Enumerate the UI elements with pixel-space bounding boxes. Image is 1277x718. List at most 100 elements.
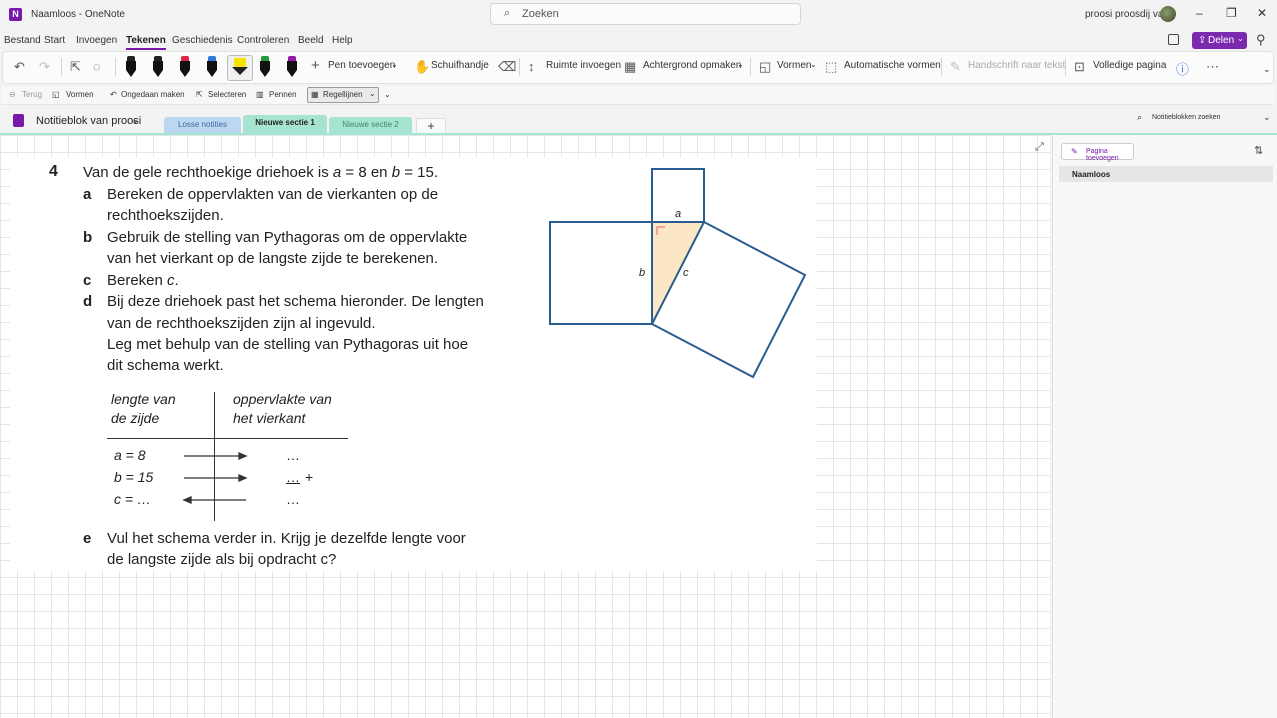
regellijnen-button[interactable]: ▦ Regellijnen ⌄ — [307, 87, 379, 103]
part-a-line1: Bereken de oppervlakten van de vierkante… — [107, 186, 439, 203]
select-arrow-icon[interactable]: ⇱ — [70, 59, 81, 75]
tab-losse-notities[interactable]: Losse notities — [164, 117, 241, 134]
onenote-logo-icon: N — [9, 8, 22, 21]
pages-panel: ✎ Pagina toevoegen ⇅ Naamloos — [1052, 135, 1277, 718]
schuifhandje-button[interactable]: Schuifhandje — [431, 60, 489, 71]
part-b-line1: Gebruik de stelling van Pythagoras om de… — [107, 229, 468, 246]
auto-shapes-icon: ⬚ — [825, 59, 838, 74]
menu-tekenen[interactable]: Tekenen — [126, 35, 166, 50]
part-d-line2: van de rechthoekszijden zijn al ingevuld… — [107, 315, 376, 332]
menu-bestand[interactable]: Bestand — [4, 35, 41, 46]
rule-lines-icon: ▦ — [311, 90, 319, 99]
automatische-vormen-button[interactable]: Automatische vormen — [844, 60, 941, 71]
share-button[interactable]: ⇪ Delen ⌄ — [1192, 32, 1247, 49]
expand-icon[interactable]: ⤢ — [1035, 141, 1044, 154]
avatar[interactable] — [1160, 6, 1176, 22]
pennen-button[interactable]: Pennen — [269, 90, 297, 99]
restore-button[interactable]: ❐ — [1226, 6, 1237, 20]
redo-icon[interactable]: ↷ — [39, 59, 50, 75]
hand-icon: ✋ — [414, 59, 431, 74]
add-page-button[interactable]: ✎ Pagina toevoegen — [1061, 143, 1134, 162]
table-row-b-right: … — [286, 469, 300, 485]
page-title: Naamloos — [1072, 170, 1111, 179]
title-bar: N Naamloos - OneNote ⌕ Zoeken proosi pro… — [0, 0, 1277, 30]
qa-vormen-button[interactable]: Vormen — [66, 90, 94, 99]
terug-button[interactable]: Terug — [22, 90, 42, 99]
help-icon[interactable]: ⓘ — [1176, 59, 1189, 78]
pen-black-1[interactable] — [125, 56, 137, 78]
table-arrows — [182, 452, 248, 504]
notebook-icon — [13, 114, 24, 127]
pen-purple[interactable] — [286, 56, 298, 78]
part-c-line: Bereken c. — [107, 272, 179, 289]
customize-icon[interactable]: ⌄ — [384, 90, 391, 99]
user-name[interactable]: proosi proosdij van — [1085, 9, 1169, 20]
ruimte-invoegen-button[interactable]: Ruimte invoegen — [546, 60, 621, 71]
undo-icon[interactable]: ↶ — [14, 59, 25, 75]
table-divider — [107, 438, 348, 439]
handschrift-naar-tekst-button[interactable]: Handschrift naar tekst — [968, 60, 1065, 71]
pen-red[interactable] — [179, 56, 191, 78]
table-row-c-left: c = … — [114, 491, 151, 507]
lasso-icon[interactable]: ◌ — [93, 59, 101, 74]
tab-nieuwe-sectie-2[interactable]: Nieuwe sectie 2 — [329, 117, 412, 134]
pen-toevoegen-button[interactable]: Pen toevoegen — [328, 60, 395, 71]
label-b: b — [639, 267, 645, 279]
part-letter-c: c — [83, 272, 92, 289]
part-d-line3: Leg met behulp van de stelling van Pytha… — [107, 336, 469, 353]
search-icon: ⌕ — [1137, 112, 1143, 122]
more-options-icon[interactable]: ⋯ — [1206, 59, 1219, 75]
chevron-down-icon[interactable]: ⌄ — [1263, 64, 1271, 75]
ink-to-text-icon: ✎ — [950, 59, 961, 74]
sort-icon[interactable]: ⇅ — [1254, 144, 1263, 157]
chevron-down-icon: ⌄ — [810, 60, 817, 69]
regellijnen-label: Regellijnen — [323, 90, 363, 99]
part-letter-e: e — [83, 530, 92, 547]
page-list-item[interactable]: Naamloos — [1059, 166, 1273, 182]
menu-help[interactable]: Help — [332, 35, 353, 46]
table-head-left-2: de zijde — [111, 410, 160, 426]
share-label: Delen — [1208, 35, 1235, 46]
chevron-down-icon[interactable]: ⌄ — [131, 115, 139, 126]
ongedaan-maken-button[interactable]: Ongedaan maken — [121, 90, 185, 99]
table-head-left-1: lengte van — [111, 391, 176, 407]
menu-start[interactable]: Start — [44, 35, 65, 46]
close-button[interactable]: ✕ — [1257, 6, 1267, 20]
eraser-icon[interactable]: ⌫ — [498, 59, 516, 75]
chevron-down-icon: ⌄ — [737, 60, 744, 69]
part-b-line2: van het vierkant op de langste zijde te … — [107, 250, 439, 267]
minimize-button[interactable]: – — [1196, 6, 1203, 20]
pin-icon[interactable]: ⚲ — [1256, 32, 1266, 48]
tab-nieuwe-sectie-1[interactable]: Nieuwe sectie 1 — [243, 115, 327, 134]
menu-controleren[interactable]: Controleren — [237, 35, 289, 46]
vormen-button[interactable]: Vormen — [777, 60, 811, 71]
menu-invoegen[interactable]: Invoegen — [76, 35, 117, 46]
page-canvas[interactable]: 4 Van de gele rechthoekige driehoek is a… — [0, 135, 1050, 718]
chevron-down-icon: ⌄ — [369, 89, 376, 98]
pen-green[interactable] — [259, 56, 271, 78]
part-e-line2: de langste zijde als bij opdracht c? — [107, 551, 337, 568]
part-letter-d: d — [83, 293, 93, 310]
part-e-line1: Vul het schema verder in. Krijg je dezel… — [107, 530, 466, 547]
pen-black-2[interactable] — [152, 56, 164, 78]
arrowhead-c — [182, 496, 192, 504]
sticky-notes-icon[interactable] — [1168, 34, 1179, 45]
highlighter-yellow[interactable] — [227, 55, 253, 81]
volledige-pagina-button[interactable]: Volledige pagina — [1093, 60, 1166, 71]
question-intro: Van de gele rechthoekige driehoek is a =… — [83, 164, 438, 181]
notebook-search-input[interactable]: ⌕ Notitieblokken zoeken ⌄ — [1131, 110, 1275, 128]
full-page-icon: ⊡ — [1074, 59, 1085, 74]
pen-blue[interactable] — [206, 56, 218, 78]
menu-beeld[interactable]: Beeld — [298, 35, 324, 46]
share-icon: ⇪ — [1198, 35, 1207, 46]
achtergrond-opmaken-button[interactable]: Achtergrond opmaken — [643, 60, 741, 71]
search-input[interactable]: ⌕ Zoeken — [490, 3, 801, 25]
notebook-name[interactable]: Notitieblok van proosi — [36, 115, 141, 127]
selecteren-button[interactable]: Selecteren — [208, 90, 246, 99]
chevron-down-icon: ⌄ — [1263, 112, 1271, 122]
menu-geschiedenis[interactable]: Geschiedenis — [172, 35, 233, 46]
plus-icon: + — [311, 57, 320, 74]
menu-bar: Bestand Start Invoegen Tekenen Geschiede… — [0, 31, 1277, 51]
add-section-button[interactable]: + — [416, 118, 446, 134]
add-page-icon: ✎ — [1071, 147, 1078, 156]
